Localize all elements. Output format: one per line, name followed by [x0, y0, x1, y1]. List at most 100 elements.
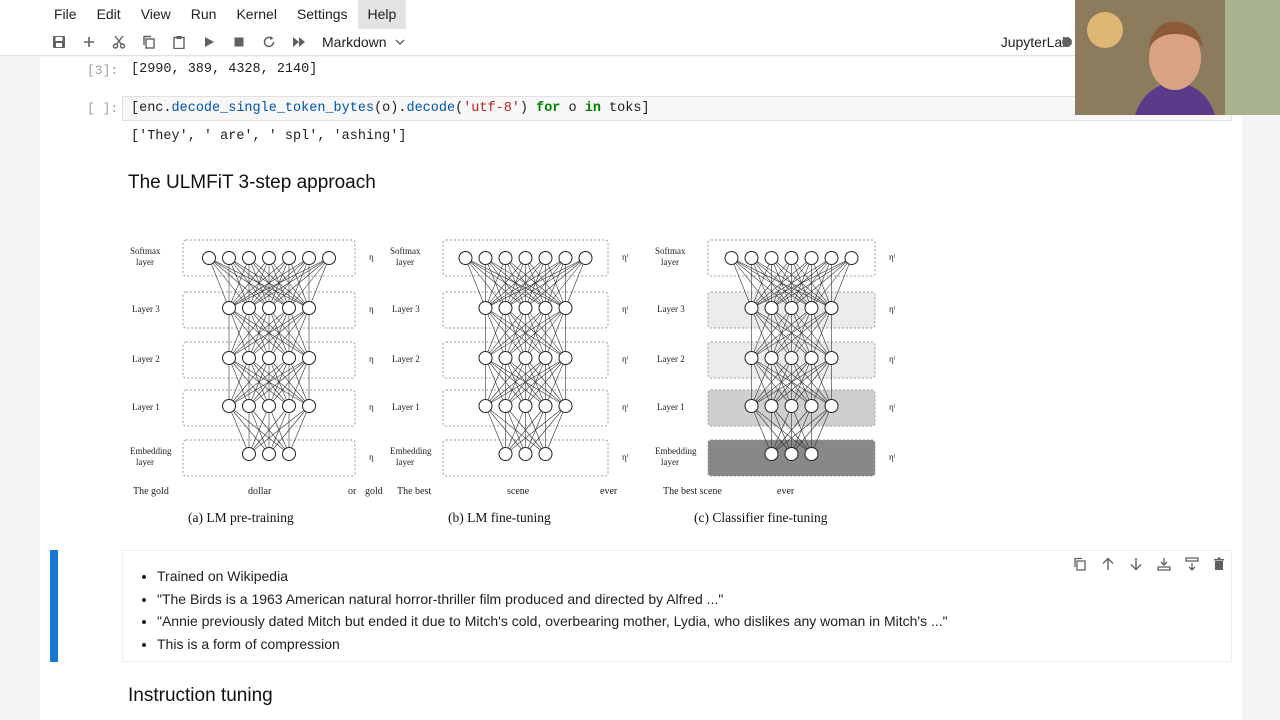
paste-icon[interactable] — [164, 30, 194, 54]
neuron-node — [558, 399, 573, 413]
move-up-icon[interactable] — [1101, 557, 1115, 571]
code-editor[interactable]: [enc.decode_single_token_bytes(o).decode… — [122, 96, 1232, 121]
fast-forward-icon[interactable] — [284, 30, 314, 54]
neuron-node — [202, 251, 216, 265]
neuron-node — [222, 351, 236, 365]
output-prompt: [3]: — [87, 63, 119, 78]
learning-rate-label: η — [369, 402, 374, 412]
learning-rate-label: η — [369, 304, 374, 314]
neuron-node — [242, 301, 256, 315]
learning-rate-label: η — [369, 252, 374, 262]
neuron-node — [478, 399, 493, 413]
connection-line — [485, 257, 586, 309]
neuron-node — [222, 251, 236, 265]
menu-edit[interactable]: Edit — [87, 0, 131, 29]
bug-icon[interactable] — [1060, 35, 1074, 49]
neuron-node — [242, 399, 256, 413]
menu-view[interactable]: View — [131, 0, 181, 29]
learning-rate-label: ηˡ — [889, 402, 896, 412]
list-item: "Annie previously dated Mitch but ended … — [157, 610, 948, 633]
cut-icon[interactable] — [104, 30, 134, 54]
restart-icon[interactable] — [254, 30, 284, 54]
input-word: scene — [507, 486, 530, 497]
menu-run[interactable]: Run — [181, 0, 227, 29]
duplicate-icon[interactable] — [1073, 557, 1087, 571]
neuron-node — [518, 447, 533, 461]
layer-label: Softmax — [130, 246, 161, 256]
layer-label: Layer 2 — [132, 354, 160, 364]
stop-icon[interactable] — [224, 30, 254, 54]
code-token: 'utf-8' — [463, 101, 520, 116]
menu-settings[interactable]: Settings — [287, 0, 358, 29]
layer-label: Layer 3 — [132, 304, 160, 314]
delete-icon[interactable] — [1213, 557, 1225, 571]
insert-above-icon[interactable] — [1157, 557, 1171, 571]
neuron-node — [262, 399, 276, 413]
connection-line — [208, 257, 230, 309]
cell-type-select[interactable]: Markdown — [322, 34, 405, 50]
menu-help[interactable]: Help — [357, 0, 407, 29]
markdown-cell[interactable]: Trained on Wikipedia "The Birds is a 196… — [122, 550, 1232, 662]
layer-label: layer — [396, 457, 414, 467]
neuron-node — [824, 399, 839, 413]
learning-rate-label: ηˡ — [622, 252, 629, 262]
layer-label: Layer 3 — [657, 304, 685, 314]
neuron-node — [302, 351, 316, 365]
copy-icon[interactable] — [134, 30, 164, 54]
heading-ulmfit: The ULMFiT 3-step approach — [128, 172, 376, 193]
connection-line — [228, 257, 330, 309]
code-token: decode — [406, 101, 456, 116]
neuron-node — [222, 399, 236, 413]
insert-below-icon[interactable] — [1185, 557, 1199, 571]
neuron-node — [804, 399, 819, 413]
save-icon[interactable] — [44, 30, 74, 54]
neuron-node — [744, 399, 759, 413]
neuron-node — [498, 251, 513, 265]
presenter-video — [1075, 0, 1280, 115]
input-word: The best — [397, 486, 431, 497]
neuron-node — [282, 447, 296, 461]
neuron-node — [498, 351, 513, 365]
learning-rate-label: ηˡ — [889, 354, 896, 364]
connection-line — [268, 257, 330, 309]
output-text: ['They', ' are', ' spl', 'ashing'] — [131, 129, 407, 144]
neuron-node — [558, 301, 573, 315]
connection-line — [465, 257, 486, 309]
layer-label: Embedding — [130, 446, 172, 456]
run-icon[interactable] — [194, 30, 224, 54]
code-token: (o). — [374, 101, 407, 116]
layer-label: Layer 2 — [392, 354, 420, 364]
learning-rate-label: ηˡ — [889, 304, 896, 314]
neuron-node — [784, 351, 799, 365]
add-icon[interactable] — [74, 30, 104, 54]
move-down-icon[interactable] — [1129, 557, 1143, 571]
neuron-node — [302, 301, 316, 315]
neuron-node — [784, 447, 799, 461]
neuron-node — [302, 251, 316, 265]
layer-label: layer — [661, 257, 679, 267]
neuron-node — [262, 447, 276, 461]
neuron-node — [282, 251, 296, 265]
menu-file[interactable]: File — [44, 0, 87, 29]
neuron-node — [498, 447, 513, 461]
caption-c: (c) Classifier fine-tuning — [694, 510, 828, 525]
layer-label: Softmax — [655, 246, 686, 256]
heading-instruction-tuning: Instruction tuning — [128, 685, 273, 706]
neuron-node — [458, 251, 473, 265]
code-token: decode_single_token_bytes — [171, 101, 375, 116]
neuron-node — [824, 351, 839, 365]
code-token: o — [560, 101, 585, 116]
neuron-node — [302, 399, 316, 413]
learning-rate-label: ηˡ — [622, 452, 629, 462]
layer-label: layer — [136, 257, 154, 267]
active-cell-indicator — [50, 550, 58, 662]
learning-rate-label: ηˡ — [622, 354, 629, 364]
menu-kernel[interactable]: Kernel — [226, 0, 286, 29]
neuron-node — [804, 351, 819, 365]
code-token: [enc. — [131, 101, 172, 116]
neuron-node — [538, 351, 553, 365]
code-token: toks] — [600, 101, 650, 116]
neuron-node — [764, 351, 779, 365]
connection-line — [288, 405, 310, 455]
neuron-node — [578, 251, 593, 265]
